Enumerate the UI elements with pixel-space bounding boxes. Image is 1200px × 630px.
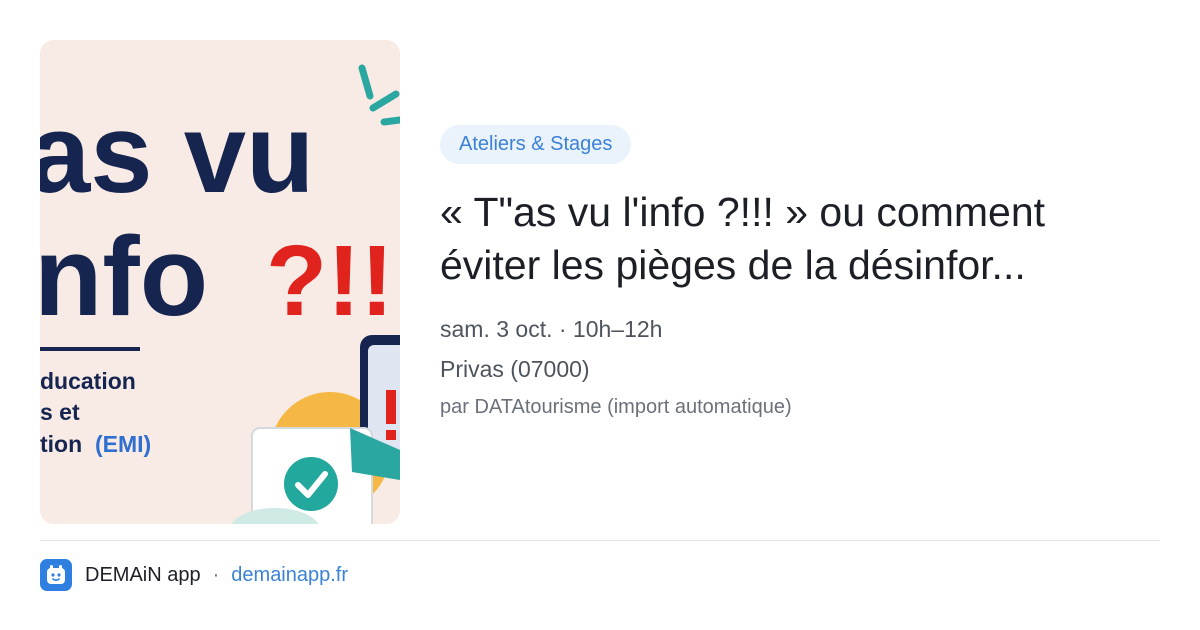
site-link[interactable]: demainapp.fr (231, 564, 348, 587)
thumb-sub-3: tion (40, 431, 82, 457)
event-source: par DATAtourisme (import automatique) (440, 396, 792, 418)
category-badge[interactable]: Ateliers & Stages (440, 125, 632, 164)
event-title-line-2: éviter les pièges de la désinfor... (440, 242, 1026, 288)
event-title[interactable]: « T"as vu l'info ?!!! » ou comment évite… (440, 186, 1140, 292)
event-location: Privas (07000) (440, 356, 590, 382)
thumb-sub-2: s et (40, 399, 80, 425)
event-meta: sam. 3 oct. · 10h–12h Privas (07000) par… (440, 316, 1160, 419)
thumb-sub-3b: (EMI) (95, 431, 151, 457)
event-thumbnail[interactable]: as vu nfo ?!! ducation s et tion (EMI) (40, 40, 400, 524)
event-details: Ateliers & Stages « T"as vu l'info ?!!! … (440, 125, 1160, 432)
footer-separator: · (212, 563, 220, 586)
footer: DEMAiN app · demainapp.fr (40, 558, 348, 592)
event-title-line-1: « T"as vu l'info ?!!! » ou comment (440, 189, 1046, 235)
check-icon (284, 457, 338, 511)
divider (40, 540, 1160, 541)
thumb-headline-2: nfo (40, 214, 208, 339)
event-datetime: sam. 3 oct. · 10h–12h (440, 316, 663, 342)
thumb-headline-3: ?!! (266, 225, 394, 337)
thumbnail-illustration: as vu nfo ?!! ducation s et tion (EMI) (40, 40, 400, 524)
thumb-sub-1: ducation (40, 368, 136, 394)
thumb-headline-1: as vu (40, 91, 314, 216)
app-name: DEMAiN app (85, 563, 201, 586)
app-logo-icon (40, 559, 72, 591)
